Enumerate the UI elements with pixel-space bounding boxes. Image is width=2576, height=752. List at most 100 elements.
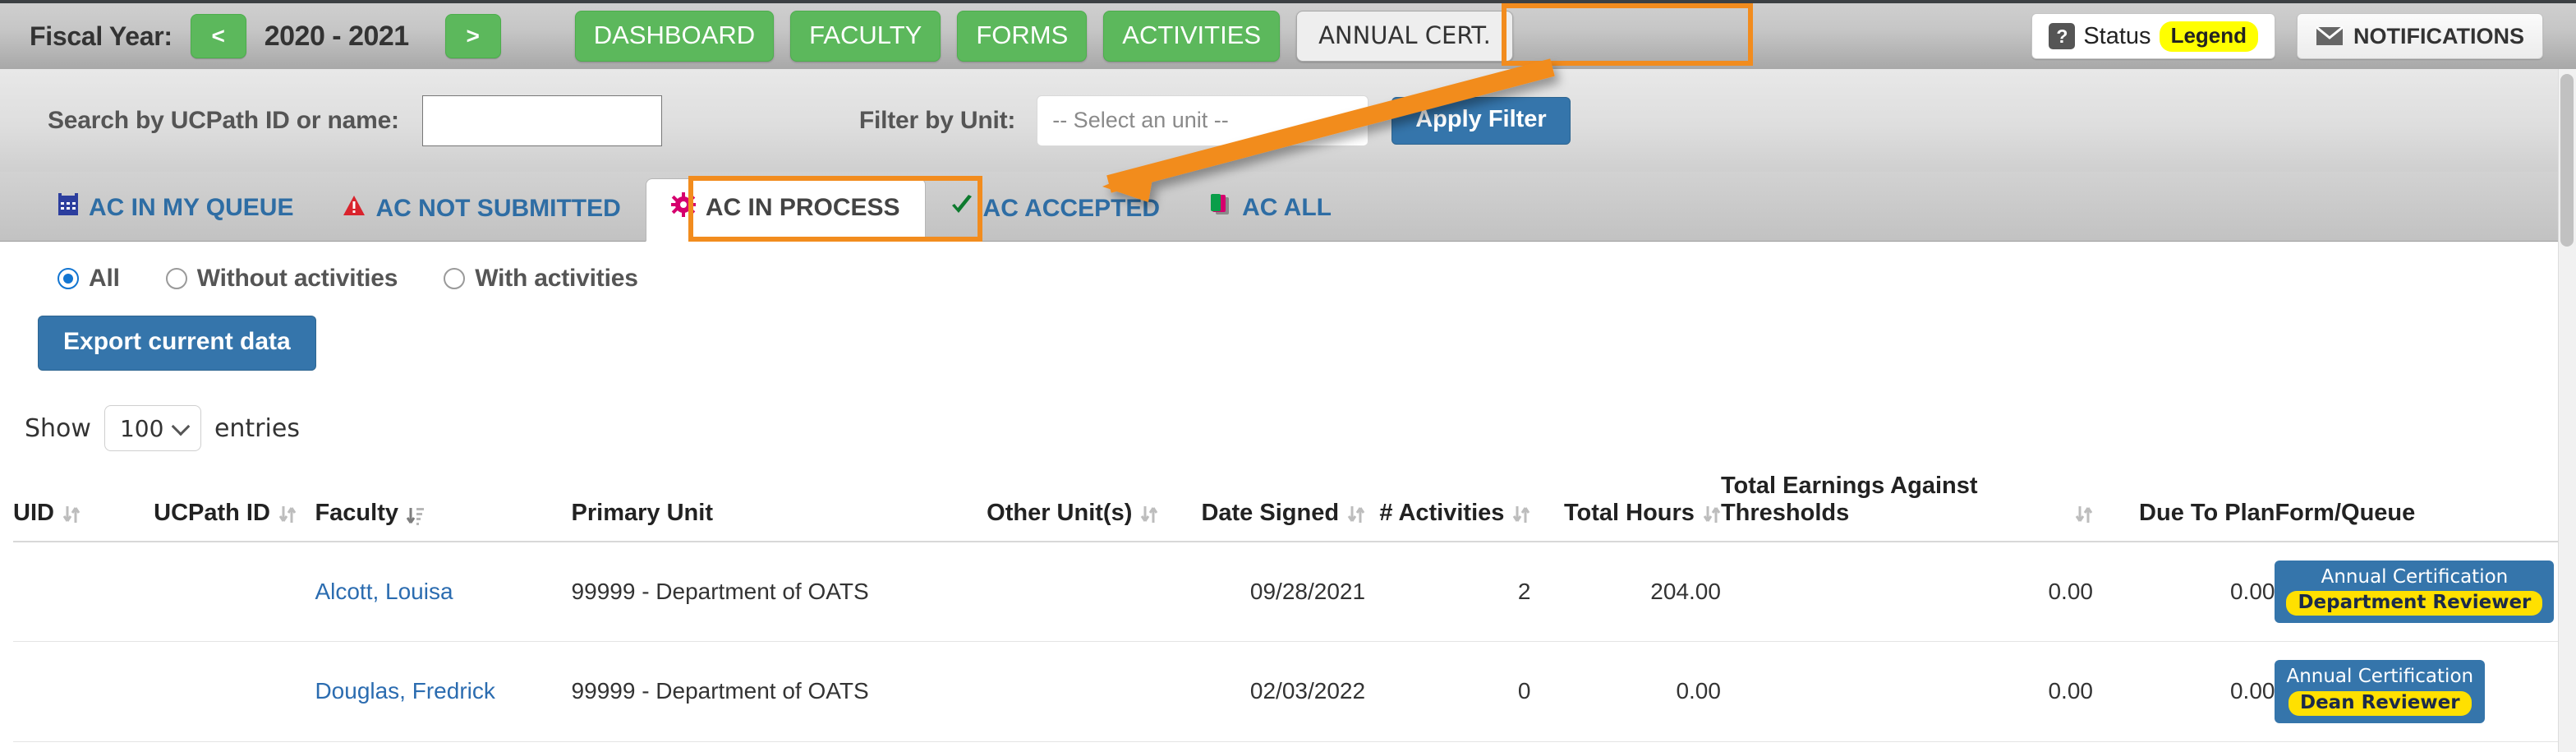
nav-tab-activities[interactable]: ACTIVITIES bbox=[1103, 11, 1281, 62]
column-header-date-signed[interactable]: Date Signed bbox=[1158, 473, 1366, 542]
cell-total-earnings: 0.00 bbox=[1720, 541, 2093, 643]
notifications-button[interactable]: NOTIFICATIONS bbox=[2297, 13, 2543, 59]
column-header-activities[interactable]: # Activities bbox=[1365, 473, 1531, 542]
fiscal-year-label: Fiscal Year: bbox=[30, 21, 172, 51]
vertical-scrollbar[interactable] bbox=[2558, 69, 2576, 752]
form-title: Annual Certification bbox=[2286, 666, 2474, 688]
main-navigation: DASHBOARD FACULTY FORMS ACTIVITIES ANNUA… bbox=[574, 11, 1513, 62]
calendar-icon bbox=[58, 193, 79, 223]
fiscal-year-value: 2020 - 2021 bbox=[264, 20, 410, 52]
subtab-label: AC ALL bbox=[1242, 194, 1332, 221]
entries-select-value: 100 bbox=[119, 414, 164, 442]
top-header-bar: Fiscal Year: < 2020 - 2021 > DASHBOARD F… bbox=[0, 0, 2576, 69]
nav-tab-faculty[interactable]: FACULTY bbox=[790, 11, 941, 62]
cell-uid bbox=[13, 541, 154, 643]
warning-triangle-icon bbox=[343, 195, 366, 223]
cell-other-units bbox=[910, 641, 1159, 742]
subtab-ac-accepted[interactable]: AC ACCEPTED bbox=[926, 195, 1185, 241]
nav-tab-dashboard[interactable]: DASHBOARD bbox=[574, 11, 775, 62]
chevron-down-icon bbox=[1333, 115, 1350, 126]
cell-date-signed: 09/28/2021 bbox=[1158, 541, 1366, 643]
notifications-label: NOTIFICATIONS bbox=[2353, 23, 2524, 48]
radio-all-label: All bbox=[89, 265, 120, 292]
unit-filter-label: Filter by Unit: bbox=[858, 106, 1016, 134]
sort-icon bbox=[1703, 501, 1721, 528]
radio-option-without-activities[interactable]: Without activities bbox=[165, 265, 398, 293]
fiscal-year-next-button[interactable]: > bbox=[444, 14, 501, 58]
subtab-label: AC IN MY QUEUE bbox=[89, 194, 294, 221]
sort-icon-ascending bbox=[406, 501, 425, 528]
faculty-link[interactable]: Alcott, Louisa bbox=[315, 579, 453, 604]
radio-option-all[interactable]: All bbox=[58, 265, 120, 293]
column-header-uid[interactable]: UID bbox=[13, 473, 154, 542]
column-header-faculty[interactable]: Faculty bbox=[315, 473, 572, 542]
subtab-ac-in-process[interactable]: AC IN PROCESS bbox=[645, 178, 926, 242]
annual-certification-page: Fiscal Year: < 2020 - 2021 > DASHBOARD F… bbox=[0, 0, 2576, 752]
cell-ucpath-id bbox=[154, 641, 315, 742]
nav-tab-forms[interactable]: FORMS bbox=[957, 11, 1088, 62]
subtab-label: AC NOT SUBMITTED bbox=[375, 195, 621, 222]
search-input[interactable] bbox=[421, 95, 662, 146]
sort-icon bbox=[1512, 501, 1530, 528]
status-legend-button[interactable]: ? Status Legend bbox=[2031, 13, 2276, 59]
status-label: Status bbox=[2083, 22, 2151, 49]
copy-icon bbox=[1209, 193, 1232, 223]
ac-subtab-bar: AC IN MY QUEUE AC NOT SUBMITTED AC IN PR… bbox=[0, 172, 2576, 242]
radio-without-activities-label: Without activities bbox=[196, 265, 398, 292]
faculty-link[interactable]: Douglas, Fredrick bbox=[315, 678, 494, 704]
sort-icon bbox=[278, 501, 297, 528]
subtab-ac-not-submitted[interactable]: AC NOT SUBMITTED bbox=[318, 195, 645, 241]
fiscal-year-prev-button[interactable]: < bbox=[190, 14, 246, 58]
subtab-label: AC ACCEPTED bbox=[982, 195, 1161, 222]
apply-filter-button[interactable]: Apply Filter bbox=[1392, 96, 1571, 145]
table-header-row: UID UCPath ID Faculty Primary Unit Other… bbox=[13, 473, 2573, 542]
subtab-ac-all[interactable]: AC ALL bbox=[1184, 193, 1356, 241]
nav-tab-annual-cert[interactable]: ANNUAL CERT. bbox=[1296, 11, 1513, 62]
entries-control: Show 100 entries bbox=[25, 405, 2576, 451]
form-queue-badge[interactable]: Annual Certification Department Reviewer bbox=[2275, 560, 2555, 624]
form-title: Annual Certification bbox=[2321, 565, 2509, 588]
queue-badge: Department Reviewer bbox=[2286, 591, 2543, 616]
column-header-other-units[interactable]: Other Unit(s) bbox=[910, 473, 1159, 542]
legend-badge: Legend bbox=[2159, 21, 2259, 52]
column-header-primary-unit[interactable]: Primary Unit bbox=[571, 473, 911, 542]
sort-icon bbox=[1347, 501, 1365, 528]
column-header-due-to-plan[interactable]: Due To Plan bbox=[2092, 473, 2275, 542]
unit-select[interactable]: -- Select an unit -- bbox=[1037, 95, 1369, 146]
scrollbar-thumb[interactable] bbox=[2560, 74, 2574, 247]
gear-icon bbox=[670, 192, 696, 224]
cell-total-hours: 204.00 bbox=[1530, 541, 1721, 643]
table-row[interactable]: Douglas, Fredrick 99999 - Department of … bbox=[13, 641, 2573, 742]
radio-with-activities-input[interactable] bbox=[444, 268, 466, 289]
export-current-data-button[interactable]: Export current data bbox=[38, 316, 316, 371]
chevron-down-icon bbox=[171, 417, 191, 436]
column-header-total-hours[interactable]: Total Hours bbox=[1530, 473, 1721, 542]
cell-due-to-plan: 0.00 bbox=[2092, 641, 2275, 742]
cell-faculty: Douglas, Fredrick bbox=[315, 641, 572, 742]
column-header-form-queue[interactable]: Form/Queue bbox=[2275, 473, 2573, 542]
unit-select-value: -- Select an unit -- bbox=[1052, 108, 1229, 132]
entries-label: entries bbox=[214, 413, 300, 443]
queue-badge: Dean Reviewer bbox=[2288, 690, 2472, 716]
table-row[interactable]: Alcott, Louisa 99999 - Department of OAT… bbox=[13, 541, 2573, 643]
radio-all-input[interactable] bbox=[58, 268, 79, 289]
entries-select[interactable]: 100 bbox=[104, 405, 201, 451]
sort-icon bbox=[2075, 501, 2093, 528]
sort-icon bbox=[1140, 501, 1158, 528]
cell-total-earnings: 0.00 bbox=[1720, 641, 2093, 742]
column-header-total-earnings[interactable]: Total Earnings Against Thresholds bbox=[1720, 473, 2093, 542]
radio-without-activities-input[interactable] bbox=[165, 268, 187, 289]
subtab-label: AC IN PROCESS bbox=[705, 194, 900, 221]
annual-certification-table: UID UCPath ID Faculty Primary Unit Other… bbox=[13, 473, 2573, 742]
header-actions: ? Status Legend NOTIFICATIONS bbox=[2031, 13, 2543, 59]
form-queue-badge[interactable]: Annual Certification Dean Reviewer bbox=[2275, 660, 2486, 723]
column-header-ucpath-id[interactable]: UCPath ID bbox=[154, 473, 315, 542]
question-mark-icon: ? bbox=[2049, 23, 2076, 49]
show-label: Show bbox=[25, 413, 91, 443]
radio-option-with-activities[interactable]: With activities bbox=[444, 265, 638, 293]
cell-activities: 0 bbox=[1365, 641, 1531, 742]
subtab-ac-in-my-queue[interactable]: AC IN MY QUEUE bbox=[33, 193, 318, 241]
cell-faculty: Alcott, Louisa bbox=[315, 541, 572, 643]
cell-primary-unit: 99999 - Department of OATS bbox=[571, 641, 911, 742]
cell-ucpath-id bbox=[154, 541, 315, 643]
